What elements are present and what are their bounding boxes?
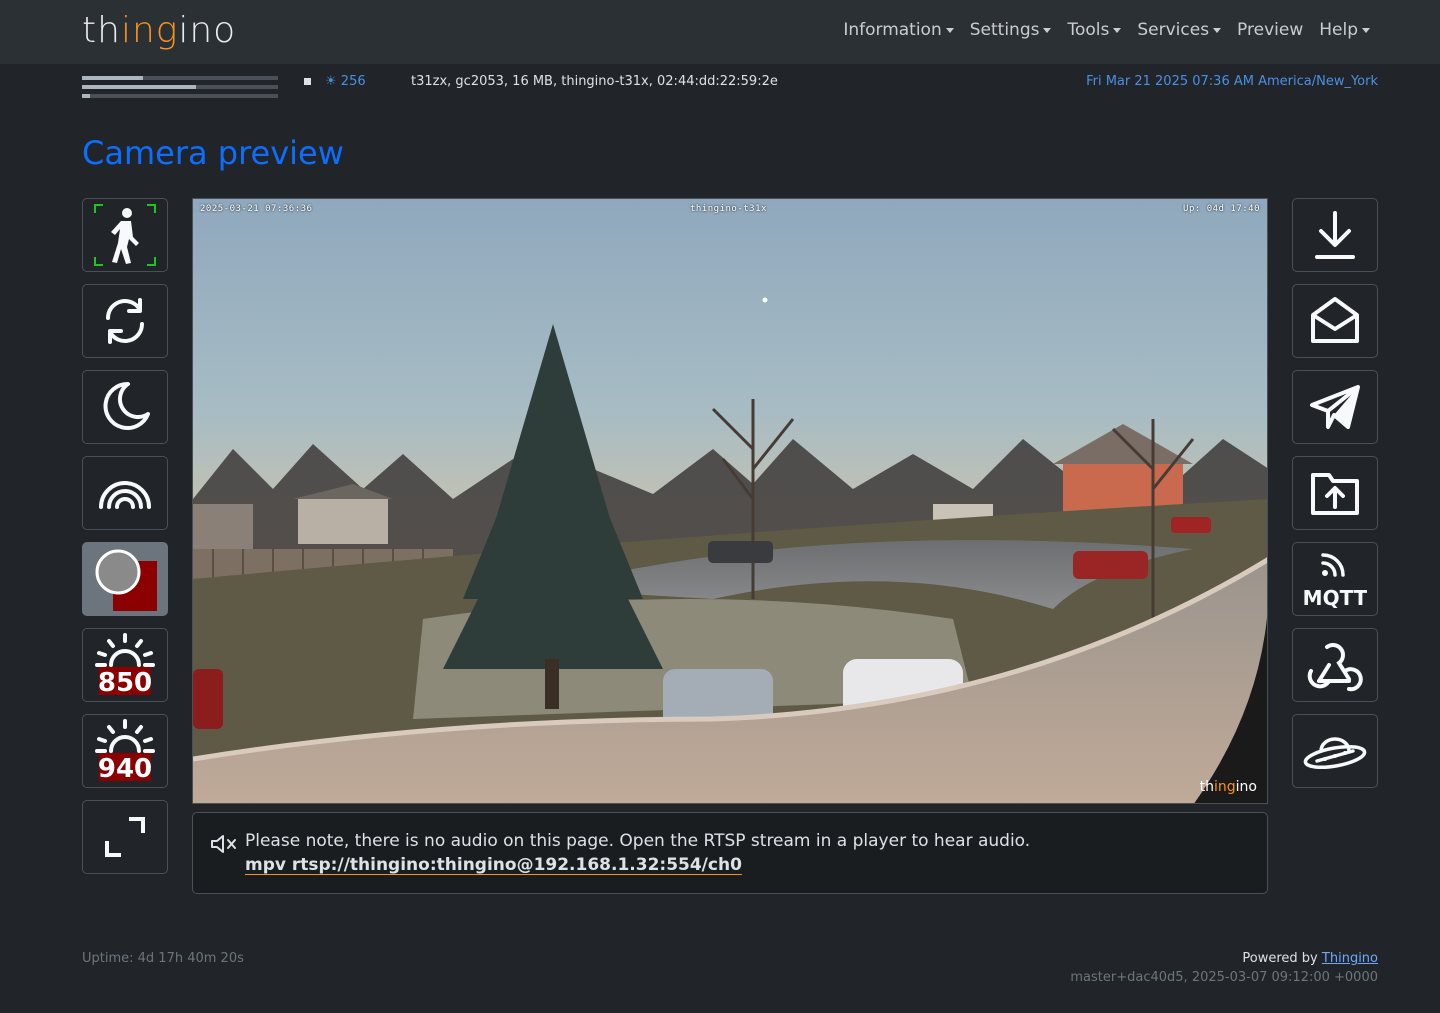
osd-hostname: thingino-t31x: [690, 204, 767, 214]
caret-down-icon: [945, 27, 954, 33]
menu-information[interactable]: Information: [843, 20, 954, 40]
rotate-button[interactable]: [82, 284, 168, 358]
navbar: thingino Information Settings Tools Serv…: [0, 0, 1440, 64]
device-info: t31zx, gc2053, 16 MB, thingino-t31x, 02:…: [411, 74, 778, 89]
rtsp-command-link[interactable]: mpv rtsp://thingino:thingino@192.168.1.3…: [245, 855, 742, 875]
page-title: Camera preview: [82, 134, 344, 172]
menu-settings[interactable]: Settings: [970, 20, 1052, 40]
ir940-icon: 940: [95, 719, 155, 783]
camera-preview[interactable]: 2025-03-21 07:36:36 thingino-t31x Up: 04…: [192, 198, 1268, 804]
fullscreen-button[interactable]: [82, 800, 168, 874]
ir850-label: 850: [98, 668, 152, 697]
color-mode-button[interactable]: [82, 456, 168, 530]
memory-load-bar: [82, 85, 278, 89]
mqtt-label: MQTT: [1303, 586, 1367, 609]
download-icon: [1315, 211, 1355, 259]
send-telegram-button[interactable]: [1292, 370, 1378, 444]
rotate-icon: [106, 298, 144, 344]
build-info: master+dac40d5, 2025-03-07 09:12:00 +000…: [1070, 970, 1378, 985]
memory-load-fill: [82, 85, 196, 89]
datetime[interactable]: Fri Mar 21 2025 07:36 AM America/New_Yor…: [1086, 74, 1378, 89]
ir850-icon: 850: [95, 633, 155, 697]
ir940-label: 940: [98, 754, 152, 783]
light-sensor: ☀ 256: [325, 74, 366, 89]
caret-down-icon: [1362, 27, 1370, 33]
mqtt-icon: MQTT: [1303, 553, 1367, 609]
audio-notice: Please note, there is no audio on this p…: [192, 812, 1268, 894]
send-email-button[interactable]: [1292, 284, 1378, 358]
sun-icon: ☀: [325, 74, 337, 89]
light-value: 256: [340, 74, 366, 89]
thingino-watermark: thingino: [1199, 779, 1257, 795]
color-mode-icon: [99, 481, 151, 509]
email-icon: [1311, 297, 1359, 343]
webhook-button[interactable]: [1292, 628, 1378, 702]
upload-folder-icon: [1311, 473, 1359, 515]
brand-logo[interactable]: thingino: [82, 10, 236, 51]
menu-preview[interactable]: Preview: [1237, 20, 1303, 40]
ir850-button[interactable]: 850: [82, 628, 168, 702]
system-load-bars: [82, 76, 278, 103]
record-button[interactable]: [82, 542, 168, 616]
telegram-icon: [1310, 385, 1360, 429]
download-snapshot-button[interactable]: [1292, 198, 1378, 272]
status-indicator: [304, 78, 311, 85]
camera-image: [193, 199, 1267, 803]
overlay-load-bar: [82, 94, 278, 98]
upload-folder-button[interactable]: [1292, 456, 1378, 530]
record-icon: [95, 549, 157, 611]
uptime: Uptime: 4d 17h 40m 20s: [82, 951, 244, 966]
ufo-button[interactable]: [1292, 714, 1378, 788]
night-mode-icon: [103, 381, 150, 430]
webhook-icon: [1307, 643, 1363, 692]
main-menu: Information Settings Tools Services Prev…: [843, 20, 1370, 40]
ir940-button[interactable]: 940: [82, 714, 168, 788]
cpu-load-fill: [82, 76, 143, 80]
motion-detection-icon: [94, 204, 156, 266]
caret-down-icon: [1213, 27, 1222, 33]
thingino-link[interactable]: Thingino: [1322, 951, 1378, 966]
osd-uptime: Up: 04d 17:40: [1183, 204, 1260, 214]
night-mode-button[interactable]: [82, 370, 168, 444]
audio-notice-text: Please note, there is no audio on this p…: [245, 831, 1031, 851]
overlay-load-fill: [82, 94, 90, 98]
menu-tools[interactable]: Tools: [1067, 20, 1122, 40]
ufo-icon: [1303, 737, 1367, 770]
fullscreen-icon: [105, 817, 145, 857]
caret-down-icon: [1043, 27, 1052, 33]
menu-help[interactable]: Help: [1319, 20, 1370, 40]
menu-services[interactable]: Services: [1137, 20, 1222, 40]
caret-down-icon: [1113, 27, 1122, 33]
mqtt-button[interactable]: MQTT: [1292, 542, 1378, 616]
powered-by: Powered by Thingino: [1242, 951, 1378, 966]
osd-timestamp: 2025-03-21 07:36:36: [200, 204, 313, 214]
cpu-load-bar: [82, 76, 278, 80]
mute-icon: [211, 835, 236, 853]
motion-detection-button[interactable]: [82, 198, 168, 272]
